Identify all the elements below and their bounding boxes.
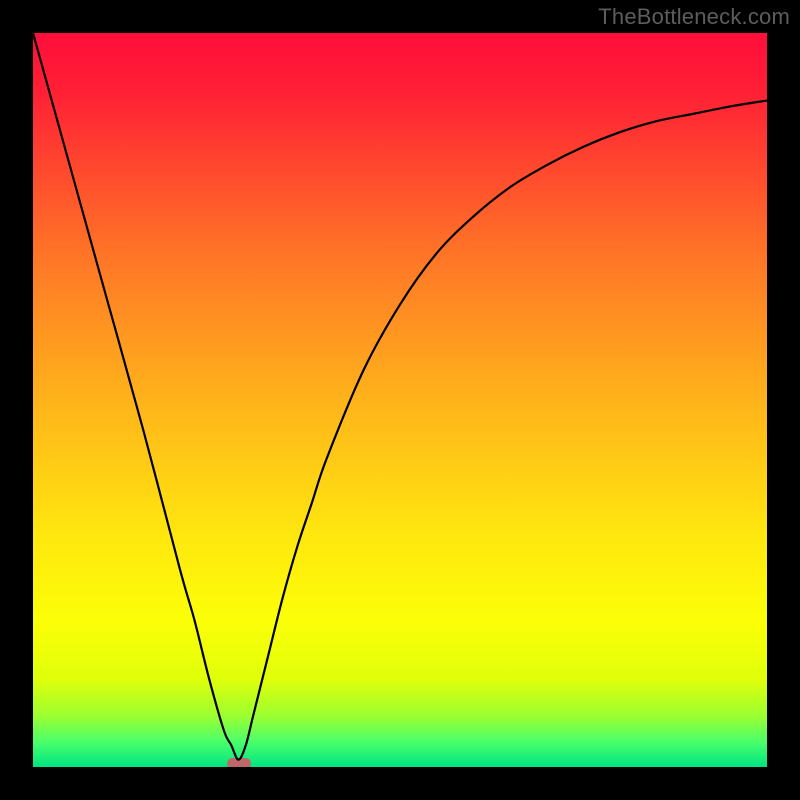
watermark-text: TheBottleneck.com bbox=[598, 4, 790, 30]
plot-area bbox=[33, 33, 767, 767]
bottleneck-curve-path bbox=[33, 33, 767, 760]
bottleneck-curve bbox=[33, 33, 767, 767]
chart-frame: TheBottleneck.com bbox=[0, 0, 800, 800]
